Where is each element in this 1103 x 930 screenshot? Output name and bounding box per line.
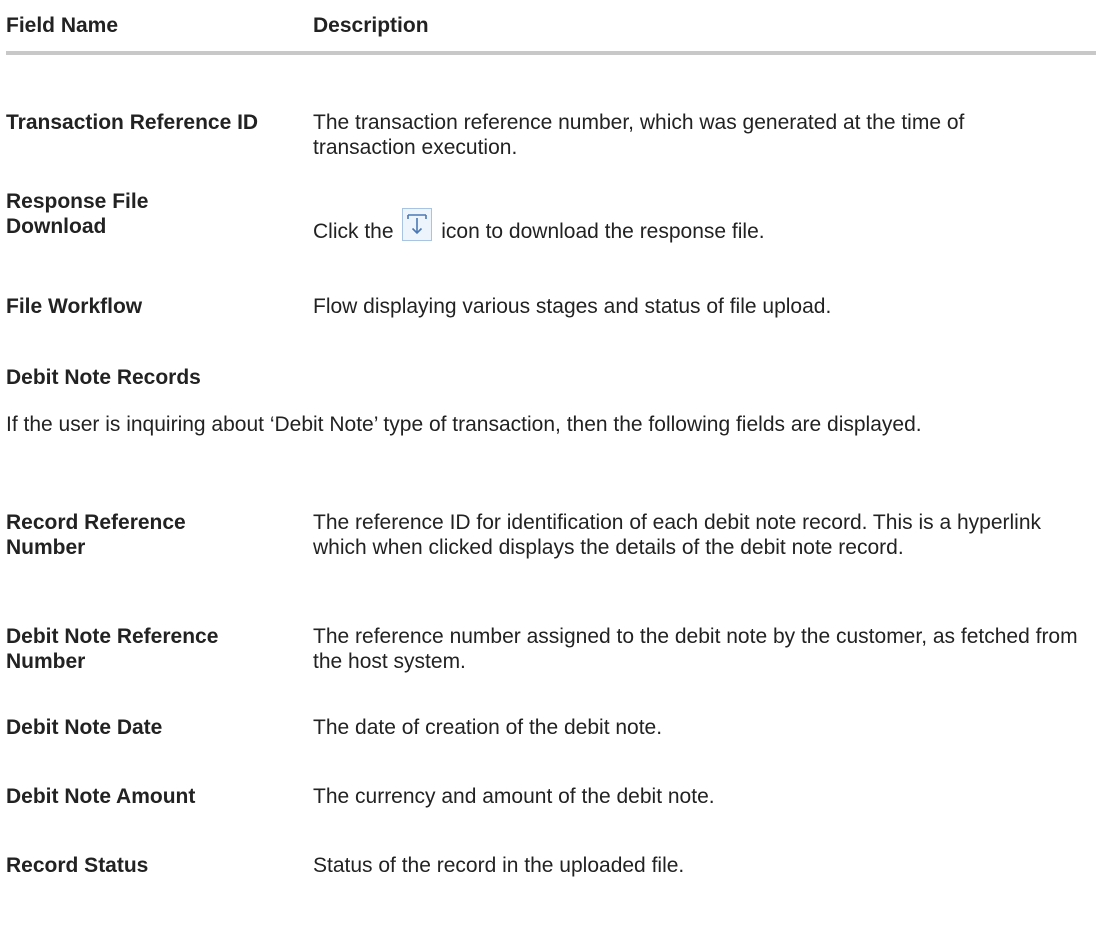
- desc-debit-note-reference-number: The reference number assigned to the deb…: [313, 625, 1078, 673]
- field-debit-note-amount: Debit Note Amount: [6, 785, 196, 808]
- field-record-status: Record Status: [6, 854, 149, 877]
- field-debit-note-reference-number: Debit Note Reference Number: [6, 625, 219, 673]
- section-title-debit-note-records: Debit Note Records: [6, 366, 201, 389]
- field-response-file-download: Response File Download: [6, 190, 149, 238]
- desc-file-workflow: Flow displaying various stages and statu…: [313, 295, 832, 318]
- desc-record-status: Status of the record in the uploaded fil…: [313, 854, 685, 877]
- column-header-description: Description: [313, 14, 429, 37]
- section-intro-paragraph: If the user is inquiring about ‘Debit No…: [6, 413, 922, 436]
- desc-debit-note-amount: The currency and amount of the debit not…: [313, 785, 715, 808]
- desc-transaction-reference-id: The transaction reference number, which …: [313, 111, 965, 159]
- desc-response-file-download-after: icon to download the response file.: [441, 220, 765, 243]
- field-file-workflow: File Workflow: [6, 295, 143, 318]
- download-icon[interactable]: [402, 208, 433, 241]
- document-page: Field Name Description Transaction Refer…: [0, 0, 1103, 930]
- field-transaction-reference-id: Transaction Reference ID: [6, 111, 259, 134]
- field-record-reference-number: Record Reference Number: [6, 511, 186, 559]
- desc-response-file-download-before: Click the: [313, 220, 394, 243]
- desc-record-reference-number: The reference ID for identification of e…: [313, 511, 1041, 559]
- desc-debit-note-date: The date of creation of the debit note.: [313, 716, 663, 739]
- field-debit-note-date: Debit Note Date: [6, 716, 163, 739]
- header-divider: [6, 51, 1096, 55]
- column-header-field-name: Field Name: [6, 14, 119, 37]
- desc-response-file-download: Click the icon to download the response …: [313, 208, 1098, 244]
